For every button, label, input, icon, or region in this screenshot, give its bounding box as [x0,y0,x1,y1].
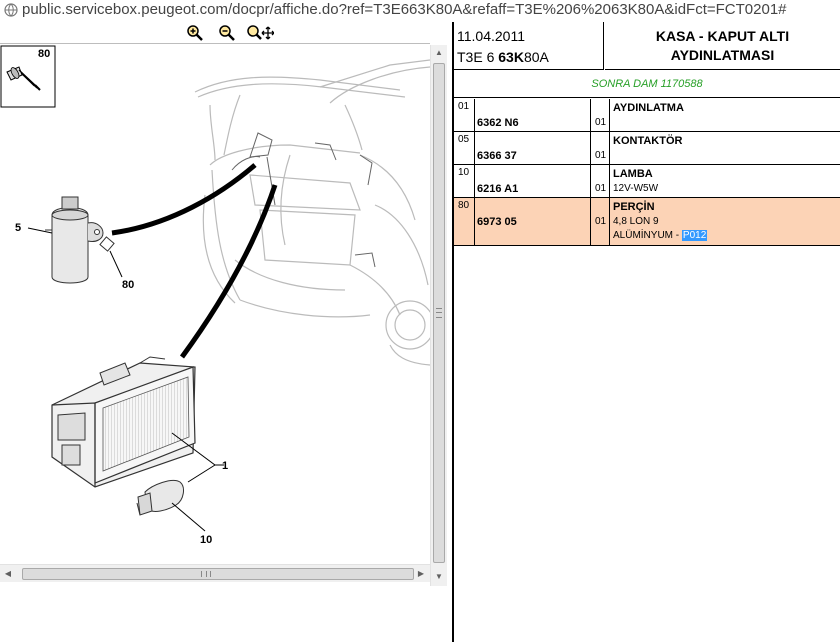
part-position: 05 [454,132,475,164]
part-10-bulb: 10 [136,479,212,546]
scroll-up-icon[interactable]: ▲ [431,45,447,61]
drawing-panel: 80 5 80 1 10 ▲ ▼ ◀ ▶ [0,22,450,642]
part-5-contactor: 5 [15,196,104,284]
part-name: LAMBA [613,168,653,180]
part-row-10[interactable]: 10 6216 A1 01 LAMBA 12V-W5W [454,165,840,198]
part-position: 10 [454,165,475,197]
label-5: 5 [15,222,21,234]
part-reference[interactable]: 6362 N6 [476,117,591,129]
scroll-down-icon[interactable]: ▼ [431,569,447,585]
part-description: 12V-W5W [613,183,659,194]
part-position: 80 [454,198,475,245]
zoom-in-icon[interactable] [186,24,204,42]
part-quantity: 01 [595,150,607,161]
part-reference[interactable]: 6216 A1 [476,183,591,195]
url-text[interactable]: public.servicebox.peugeot.com/docpr/affi… [22,1,787,18]
page-title: KASA - KAPUT ALTI AYDINLATMASI [605,22,840,70]
part-row-05[interactable]: 05 6366 37 01 KONTAKTÖR [454,132,840,165]
horizontal-scroll-thumb[interactable] [22,568,414,580]
zoom-out-icon[interactable] [218,24,236,42]
label-80: 80 [122,279,134,291]
part-quantity: 01 [595,216,607,227]
part-name: AYDINLATMA [613,102,684,114]
globe-icon [4,3,18,17]
scroll-left-icon[interactable]: ◀ [0,565,16,582]
header-info: 11.04.2011 T3E 6 63K80A [454,22,604,70]
catalog-date: 11.04.2011 [457,28,525,44]
parts-diagram: 80 5 80 1 10 [0,45,430,546]
horizontal-scrollbar[interactable]: ◀ ▶ [0,564,430,582]
car-strut-detail [231,132,376,268]
part-row-01[interactable]: 01 6362 N6 01 AYDINLATMA [454,99,840,132]
part-1-lamp-housing: 1 [51,356,228,488]
scroll-right-icon[interactable]: ▶ [413,565,429,582]
part-description: 4,8 LON 9 [613,216,659,227]
part-position: 01 [454,99,475,131]
inset-rivet: 80 [0,45,56,108]
exploded-view-drawing: 80 5 80 1 10 [0,45,430,585]
part-row-80[interactable]: 80 6973 05 01 PERÇİN 4,8 LON 9 ALÜMİNYUM… [454,198,840,246]
part-name: KONTAKTÖR [613,135,683,147]
leader-line-5 [111,163,257,236]
validity-note: SONRA DAM 1170588 [454,71,840,98]
selected-text[interactable]: P012 [681,230,708,241]
label-1: 1 [222,460,228,472]
zoom-pan-icon[interactable] [246,24,274,42]
leader-line-1 [179,184,278,359]
part-quantity: 01 [595,117,607,128]
part-reference[interactable]: 6973 05 [476,216,591,228]
car-rear-illustration [194,59,430,366]
vertical-scroll-thumb[interactable] [433,63,445,563]
label-10: 10 [200,534,212,546]
vertical-scrollbar[interactable]: ▲ ▼ [430,45,447,586]
part-material: ALÜMİNYUM - P012 [613,230,708,241]
catalog-reference: T3E 6 63K80A [457,49,549,65]
part-quantity: 01 [595,183,607,194]
part-80-rivet: 80 [99,236,134,291]
part-name: PERÇİN [613,201,655,213]
part-reference[interactable]: 6366 37 [476,150,591,162]
inset-label: 80 [38,48,50,60]
address-bar[interactable]: public.servicebox.peugeot.com/docpr/affi… [0,0,840,22]
parts-panel: 11.04.2011 T3E 6 63K80A KASA - KAPUT ALT… [454,22,840,642]
zoom-toolbar [0,22,430,44]
